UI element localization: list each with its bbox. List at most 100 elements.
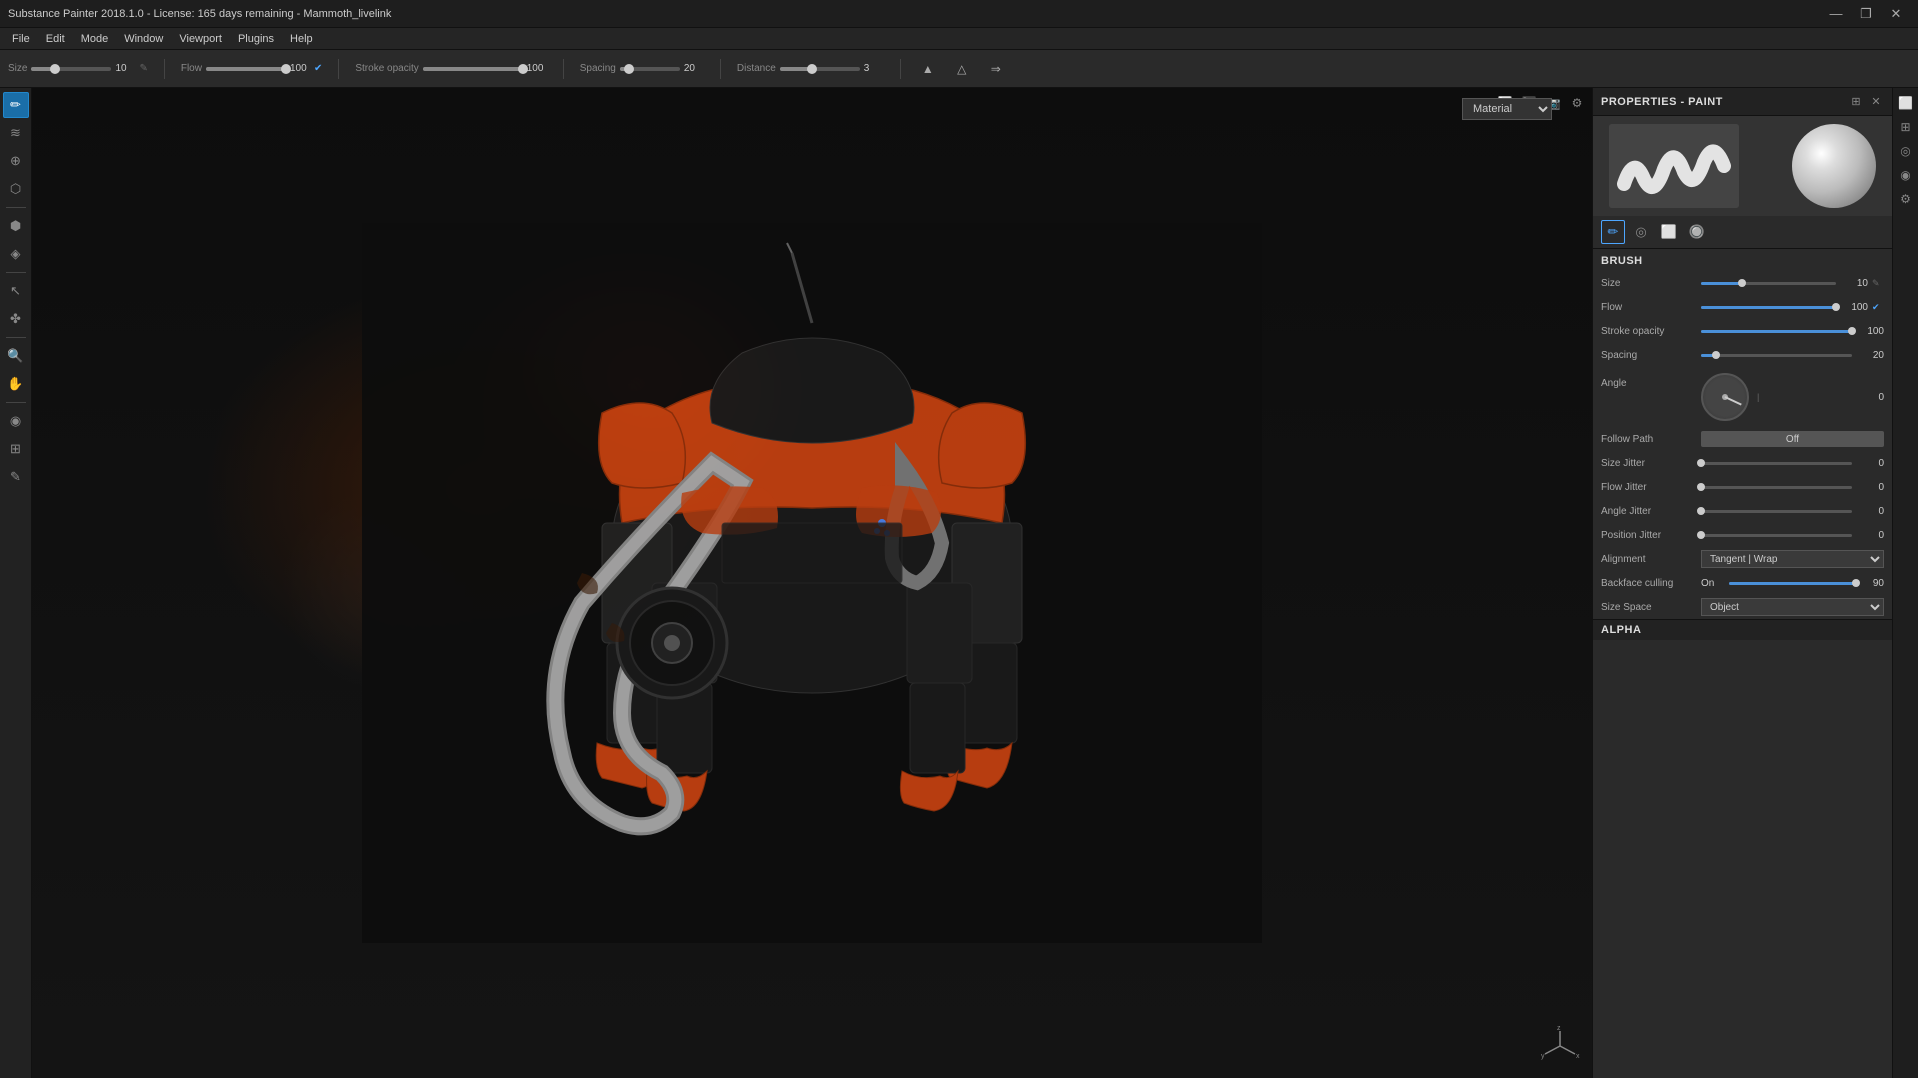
flow-slider[interactable]: [206, 67, 286, 71]
tool-sep-4: [6, 402, 26, 403]
stroke-opacity-value: 100: [527, 63, 547, 74]
size-jitter-slider[interactable]: [1701, 462, 1852, 465]
stroke-mode-btn-3[interactable]: ⇒: [985, 58, 1007, 80]
measure-button[interactable]: ⊞: [3, 436, 29, 462]
menu-edit[interactable]: Edit: [38, 31, 73, 47]
angle-dial[interactable]: [1701, 373, 1749, 421]
panel-title: PROPERTIES - PAINT: [1601, 96, 1723, 108]
mammoth-model: [32, 88, 1592, 1078]
window-title: Substance Painter 2018.1.0 - License: 16…: [8, 8, 391, 20]
backface-slider[interactable]: [1729, 582, 1856, 585]
menu-window[interactable]: Window: [116, 31, 171, 47]
fill-tool-button[interactable]: ⬡: [3, 176, 29, 202]
hand-button[interactable]: ✋: [3, 371, 29, 397]
transform-button[interactable]: ✤: [3, 306, 29, 332]
toolbar-sep-4: [720, 59, 721, 79]
menu-file[interactable]: File: [4, 31, 38, 47]
size-edit-icon[interactable]: ✎: [139, 63, 147, 74]
axis-indicator: x y z: [1540, 1026, 1580, 1066]
size-slider[interactable]: [31, 67, 111, 71]
paint-tool-button[interactable]: ✏: [3, 92, 29, 118]
stroke-mode-btn-2[interactable]: △: [951, 58, 973, 80]
menu-plugins[interactable]: Plugins: [230, 31, 282, 47]
alignment-label: Alignment: [1601, 554, 1701, 565]
size-jitter-slider-area: 0: [1701, 458, 1884, 469]
flow-prop-slider[interactable]: [1701, 306, 1836, 309]
flow-jitter-value: 0: [1856, 482, 1884, 493]
menu-help[interactable]: Help: [282, 31, 321, 47]
maximize-button[interactable]: ❐: [1852, 4, 1880, 24]
size-slider-area: 10 ✎: [1701, 278, 1884, 289]
stroke-opacity-prop-label: Stroke opacity: [1601, 326, 1701, 337]
panel-close-btn[interactable]: ✕: [1868, 94, 1884, 110]
toolbar-sep-5: [900, 59, 901, 79]
follow-path-bar[interactable]: Off: [1701, 431, 1884, 447]
titlebar-controls: — ❐ ✕: [1822, 4, 1910, 24]
size-space-dropdown[interactable]: Object UV World: [1701, 598, 1884, 616]
select-button[interactable]: ↖: [3, 278, 29, 304]
tool-sep-3: [6, 337, 26, 338]
polygon-fill-button[interactable]: ⬢: [3, 213, 29, 239]
close-button[interactable]: ✕: [1882, 4, 1910, 24]
brush-tab-stencil[interactable]: 🔘: [1685, 220, 1709, 244]
viewport-icon-4[interactable]: ⚙: [1566, 92, 1588, 114]
brush-tab-stroke[interactable]: ✏: [1601, 220, 1625, 244]
stroke-opacity-slider[interactable]: [423, 67, 523, 71]
panel-expand-btn[interactable]: ⊞: [1848, 94, 1864, 110]
toolbar-spacing-group: Spacing 20: [580, 63, 704, 74]
brush-sphere-preview: [1792, 124, 1876, 208]
geometry-button[interactable]: ◈: [3, 241, 29, 267]
brush-tab-shape[interactable]: ◎: [1629, 220, 1653, 244]
flow-value: 100: [290, 63, 310, 74]
smudge-tool-button[interactable]: ≋: [3, 120, 29, 146]
menu-viewport[interactable]: Viewport: [171, 31, 230, 47]
edge-texture-btn[interactable]: ⊞: [1895, 116, 1917, 138]
right-edge-bar: ⬜ ⊞ ◎ ◉ ⚙: [1892, 88, 1918, 1078]
brush-tabs: ✏ ◎ ⬜ 🔘: [1593, 216, 1892, 249]
size-prop-label: Size: [1601, 278, 1701, 289]
annotation-button[interactable]: ✎: [3, 464, 29, 490]
menu-mode[interactable]: Mode: [73, 31, 117, 47]
mammoth-svg: [362, 223, 1262, 943]
titlebar: Substance Painter 2018.1.0 - License: 16…: [0, 0, 1918, 28]
stroke-opacity-prop-row: Stroke opacity 100: [1593, 319, 1892, 343]
spacing-prop-label: Spacing: [1601, 350, 1701, 361]
flow-lock-icon[interactable]: ✔: [1872, 302, 1884, 313]
position-jitter-slider-area: 0: [1701, 530, 1884, 541]
viewport-canvas: [32, 88, 1592, 1078]
clone-tool-button[interactable]: ⊕: [3, 148, 29, 174]
svg-text:y: y: [1541, 1053, 1545, 1060]
material-dropdown[interactable]: Material Base Color Roughness Metallic N…: [1462, 98, 1552, 120]
edge-bake-btn[interactable]: ◎: [1895, 140, 1917, 162]
backface-value: 90: [1856, 578, 1884, 589]
toolbar-size-group: Size 10 ✎: [8, 63, 148, 74]
eyedropper-button[interactable]: ◉: [3, 408, 29, 434]
position-jitter-prop-row: Position Jitter 0: [1593, 523, 1892, 547]
edge-layers-btn[interactable]: ⬜: [1895, 92, 1917, 114]
zoom-button[interactable]: 🔍: [3, 343, 29, 369]
viewport[interactable]: ⬜ ⬛ 📷 ⚙ Material Base Color Roughness Me…: [32, 88, 1592, 1078]
edge-settings-btn[interactable]: ⚙: [1895, 188, 1917, 210]
stroke-opacity-prop-slider[interactable]: [1701, 330, 1852, 333]
spacing-label: Spacing: [580, 63, 616, 74]
minimize-button[interactable]: —: [1822, 4, 1850, 24]
edge-display-btn[interactable]: ◉: [1895, 164, 1917, 186]
size-edit-icon[interactable]: ✎: [1872, 278, 1884, 289]
flow-lock-icon[interactable]: ✔: [314, 63, 322, 74]
position-jitter-slider[interactable]: [1701, 534, 1852, 537]
flow-jitter-slider[interactable]: [1701, 486, 1852, 489]
spacing-slider[interactable]: [620, 67, 680, 71]
distance-slider[interactable]: [780, 67, 860, 71]
size-prop-slider[interactable]: [1701, 282, 1836, 285]
toolbar-flow-group: Flow 100 ✔: [181, 63, 323, 74]
panel-header-controls: ⊞ ✕: [1848, 94, 1884, 110]
stroke-mode-btn-1[interactable]: ▲: [917, 58, 939, 80]
flow-jitter-slider-area: 0: [1701, 482, 1884, 493]
alignment-dropdown[interactable]: Tangent | Wrap UV World: [1701, 550, 1884, 568]
angle-jitter-prop-row: Angle Jitter 0: [1593, 499, 1892, 523]
angle-jitter-slider[interactable]: [1701, 510, 1852, 513]
spacing-prop-slider[interactable]: [1701, 354, 1852, 357]
brush-tab-material[interactable]: ⬜: [1657, 220, 1681, 244]
panel-header: PROPERTIES - PAINT ⊞ ✕: [1593, 88, 1892, 116]
toolbar-sep-3: [563, 59, 564, 79]
